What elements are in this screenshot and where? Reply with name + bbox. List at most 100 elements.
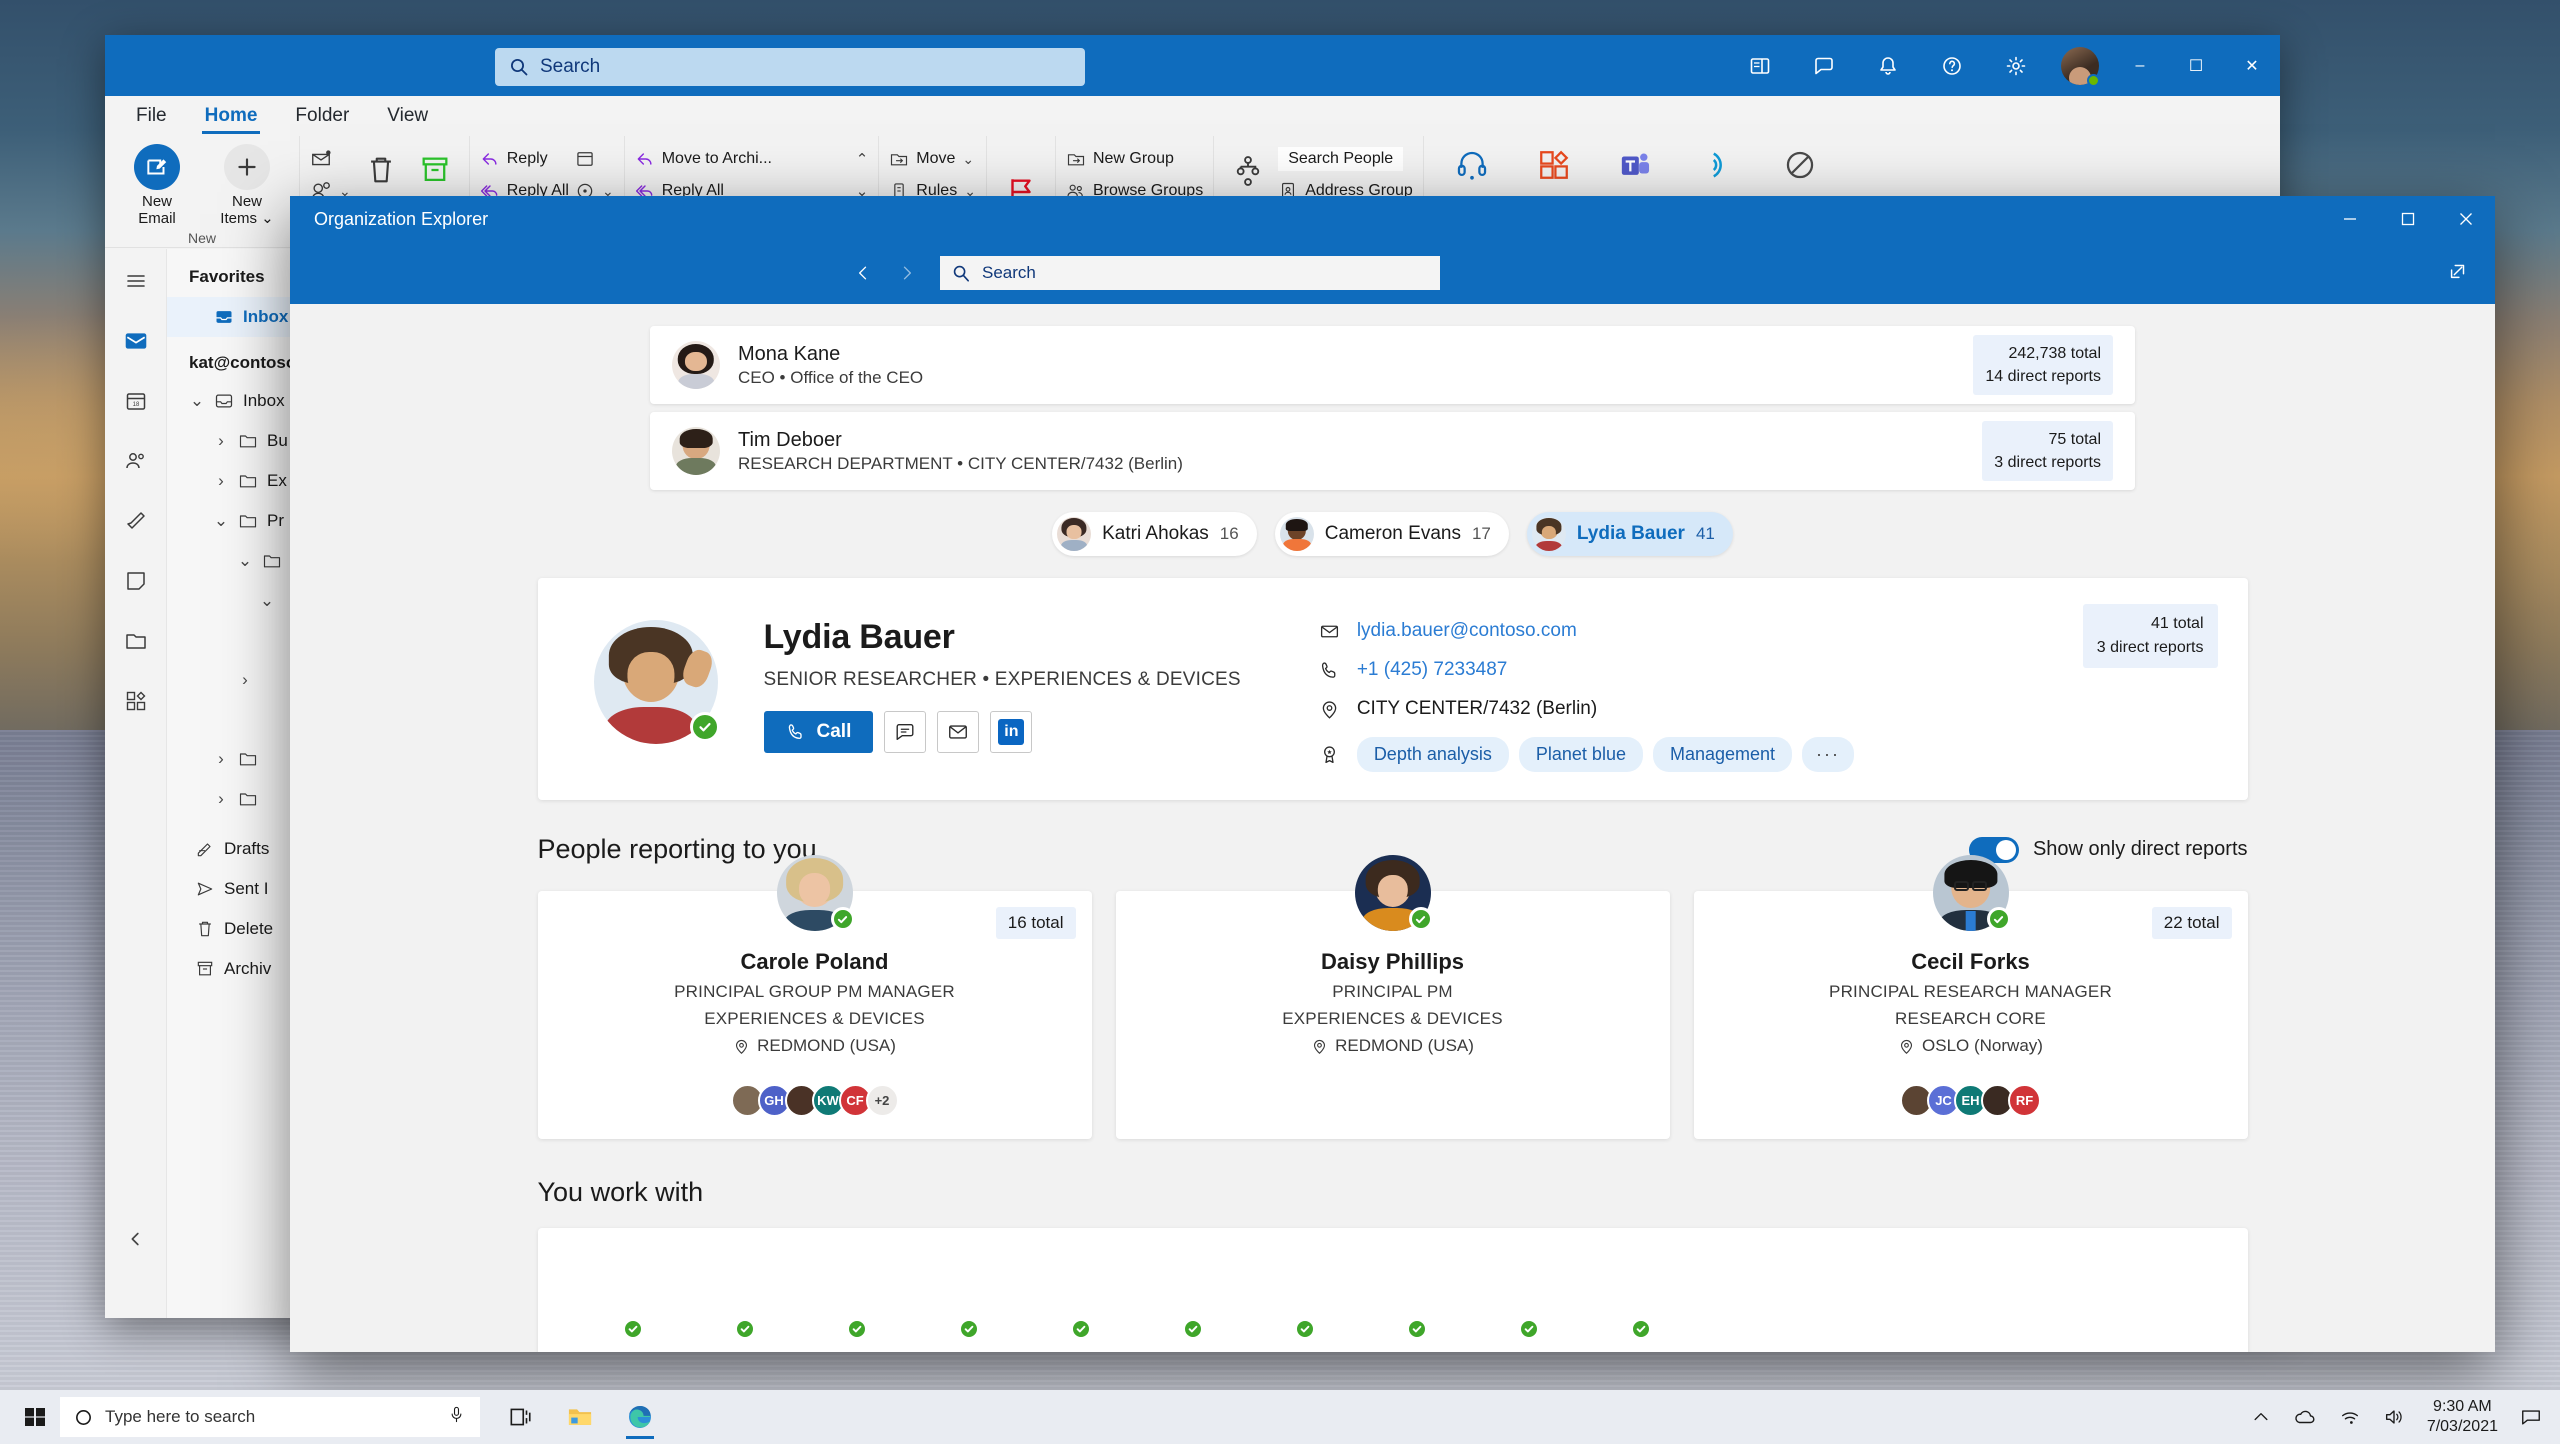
wifi-icon[interactable] bbox=[2339, 1406, 2361, 1428]
close-button[interactable]: ✕ bbox=[2224, 35, 2280, 96]
new-items-button[interactable]: New Items ⌄ bbox=[205, 140, 289, 228]
teams-icon[interactable] bbox=[1598, 140, 1674, 182]
tab-file[interactable]: File bbox=[119, 101, 184, 136]
chevron-down-icon[interactable]: ⌄ bbox=[237, 551, 253, 571]
collapse-folder-pane-button[interactable] bbox=[115, 1218, 157, 1260]
move-button[interactable]: Move ⌄ bbox=[889, 146, 976, 172]
chevron-down-icon[interactable]: ⌄ bbox=[213, 511, 229, 531]
help-icon[interactable] bbox=[1920, 35, 1984, 96]
onedrive-icon[interactable] bbox=[2293, 1405, 2317, 1429]
gear-icon[interactable] bbox=[1984, 35, 2048, 96]
sidebar-item-notes[interactable] bbox=[113, 561, 159, 601]
tab-view[interactable]: View bbox=[370, 101, 445, 136]
work-with-person[interactable] bbox=[1466, 1266, 1540, 1340]
contact-phone-row[interactable]: +1 (425) 7233487 bbox=[1319, 659, 1854, 681]
org-chart-icon[interactable] bbox=[1224, 140, 1272, 192]
new-group-button[interactable]: New Group bbox=[1066, 146, 1203, 172]
meeting-icon[interactable] bbox=[575, 146, 614, 172]
sidebar-item-folders[interactable] bbox=[113, 621, 159, 661]
task-view-icon[interactable] bbox=[494, 1393, 546, 1441]
reply-button[interactable]: Reply bbox=[480, 146, 569, 172]
microsoft-edge-icon[interactable] bbox=[614, 1393, 666, 1441]
file-explorer-icon[interactable] bbox=[554, 1393, 606, 1441]
taskbar-clock[interactable]: 9:30 AM 7/03/2021 bbox=[2427, 1397, 2498, 1437]
report-card-cecil-forks[interactable]: 22 total Cecil Forks PRINCIPAL RESEARCH … bbox=[1693, 855, 2248, 1139]
reading-pane-icon[interactable] bbox=[1728, 35, 1792, 96]
skill-chip[interactable]: Planet blue bbox=[1518, 737, 1643, 772]
tab-folder[interactable]: Folder bbox=[278, 101, 366, 136]
chevron-right-icon[interactable]: › bbox=[213, 431, 229, 451]
sidebar-item-calendar[interactable]: 18 bbox=[113, 381, 159, 421]
linkedin-button[interactable]: in bbox=[990, 711, 1033, 753]
chevron-down-icon[interactable]: ⌄ bbox=[259, 591, 275, 611]
windows-start-icon[interactable] bbox=[10, 1390, 60, 1444]
peer-chip-cameron-evans[interactable]: Cameron Evans 17 bbox=[1274, 512, 1509, 556]
show-hidden-icons-icon[interactable] bbox=[2251, 1407, 2271, 1427]
contact-email[interactable]: lydia.bauer@contoso.com bbox=[1357, 620, 1577, 642]
ignore-icon[interactable] bbox=[310, 146, 351, 172]
chevron-right-icon[interactable]: › bbox=[213, 749, 229, 769]
back-button[interactable] bbox=[846, 256, 880, 290]
skill-chip[interactable]: Management bbox=[1652, 737, 1793, 772]
chain-card-tim-deboer[interactable]: Tim Deboer RESEARCH DEPARTMENT • CITY CE… bbox=[650, 412, 2135, 490]
hamburger-icon[interactable] bbox=[113, 261, 159, 301]
peer-chip-lydia-bauer[interactable]: Lydia Bauer 41 bbox=[1526, 512, 1733, 556]
stack-more-count[interactable]: +2 bbox=[865, 1084, 899, 1117]
chevron-right-icon[interactable]: › bbox=[213, 789, 229, 809]
maximize-button[interactable]: ☐ bbox=[2168, 35, 2224, 96]
report-card-daisy-phillips[interactable]: Daisy Phillips PRINCIPAL PM EXPERIENCES … bbox=[1115, 855, 1670, 1139]
chat-button[interactable] bbox=[884, 711, 927, 753]
work-with-person[interactable] bbox=[1018, 1266, 1092, 1340]
sidebar-item-mail[interactable] bbox=[113, 321, 159, 361]
work-with-person[interactable] bbox=[1242, 1266, 1316, 1340]
maximize-button[interactable] bbox=[2379, 196, 2437, 242]
quicksteps-up-icon[interactable]: ⌃ bbox=[856, 146, 869, 172]
outlook-search-input[interactable]: Search bbox=[495, 48, 1085, 86]
work-with-person[interactable] bbox=[682, 1266, 756, 1340]
archive-icon[interactable] bbox=[411, 140, 459, 192]
peer-chip-katri-ahokas[interactable]: Katri Ahokas 16 bbox=[1052, 512, 1257, 556]
report-icon[interactable] bbox=[1762, 140, 1838, 182]
delete-icon[interactable] bbox=[357, 140, 405, 192]
get-addins-icon[interactable] bbox=[1516, 140, 1592, 182]
chevron-right-icon[interactable]: › bbox=[213, 471, 229, 491]
popout-icon[interactable] bbox=[2447, 260, 2469, 287]
chevron-down-icon[interactable]: ⌄ bbox=[189, 391, 205, 411]
new-email-button[interactable]: New Email bbox=[115, 140, 199, 228]
bell-icon[interactable] bbox=[1856, 35, 1920, 96]
forward-button[interactable] bbox=[890, 256, 924, 290]
headset-icon[interactable] bbox=[1434, 140, 1510, 182]
contact-email-row[interactable]: lydia.bauer@contoso.com bbox=[1319, 620, 1854, 642]
taskbar-search-input[interactable]: Type here to search bbox=[60, 1397, 480, 1437]
move-to-archive-button[interactable]: Move to Archi... bbox=[635, 146, 850, 172]
work-with-person[interactable] bbox=[1578, 1266, 1652, 1340]
sidebar-item-tasks[interactable] bbox=[113, 501, 159, 541]
contact-phone[interactable]: +1 (425) 7233487 bbox=[1357, 659, 1508, 681]
chevron-right-icon[interactable]: › bbox=[237, 670, 253, 690]
action-center-icon[interactable] bbox=[2520, 1406, 2542, 1428]
work-with-person[interactable] bbox=[794, 1266, 868, 1340]
search-people-input[interactable]: Search People bbox=[1278, 146, 1413, 172]
tab-home[interactable]: Home bbox=[188, 101, 275, 136]
direct-reports-toggle-wrap[interactable]: Show only direct reports bbox=[1968, 836, 2248, 863]
minimize-button[interactable]: – bbox=[2112, 35, 2168, 96]
insights-icon[interactable] bbox=[1680, 140, 1756, 182]
sidebar-item-people[interactable] bbox=[113, 441, 159, 481]
skill-chip[interactable]: Depth analysis bbox=[1356, 737, 1509, 772]
microphone-icon[interactable] bbox=[447, 1405, 466, 1429]
work-with-person[interactable] bbox=[1130, 1266, 1204, 1340]
work-with-person[interactable] bbox=[570, 1266, 644, 1340]
call-button[interactable]: Call bbox=[763, 711, 874, 753]
email-button[interactable] bbox=[937, 711, 980, 753]
chain-card-mona-kane[interactable]: Mona Kane CEO • Office of the CEO 242,73… bbox=[650, 326, 2135, 404]
work-with-person[interactable] bbox=[1354, 1266, 1428, 1340]
sidebar-item-addins[interactable] bbox=[113, 681, 159, 721]
work-with-person[interactable] bbox=[906, 1266, 980, 1340]
close-button[interactable] bbox=[2437, 196, 2495, 242]
minimize-button[interactable] bbox=[2321, 196, 2379, 242]
chat-icon[interactable] bbox=[1792, 35, 1856, 96]
report-card-carole-poland[interactable]: 16 total Carole Poland PRINCIPAL GROUP P… bbox=[537, 855, 1092, 1139]
more-skills-button[interactable]: ··· bbox=[1802, 737, 1855, 772]
org-explorer-search-input[interactable]: Search bbox=[940, 256, 1440, 290]
avatar[interactable] bbox=[2048, 35, 2112, 96]
